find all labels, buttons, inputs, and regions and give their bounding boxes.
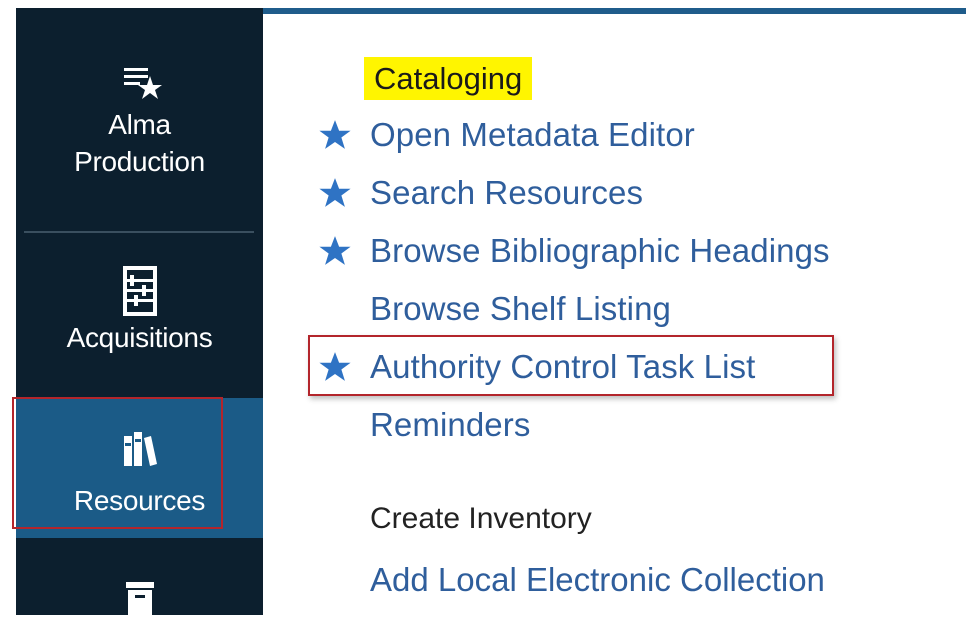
sidebar-label-line1: Alma — [108, 109, 171, 140]
cataloging-menu: Open Metadata Editor Search Resources Br… — [318, 106, 830, 454]
menu-item-reminders[interactable]: Reminders — [318, 396, 830, 454]
star-slot-empty[interactable] — [318, 408, 352, 442]
sidebar-label: Acquisitions — [66, 322, 213, 353]
menu-item-open-metadata-editor[interactable]: Open Metadata Editor — [318, 106, 830, 164]
menu-link-label[interactable]: Open Metadata Editor — [370, 116, 695, 154]
archive-box-icon — [125, 582, 154, 620]
header-accent-bar — [263, 8, 966, 14]
section-title-cataloging: Cataloging — [364, 57, 533, 100]
menu-item-add-local-electronic-collection[interactable]: Add Local Electronic Collection — [370, 561, 825, 599]
menu-item-browse-bibliographic-headings[interactable]: Browse Bibliographic Headings — [318, 222, 830, 280]
menu-link-label[interactable]: Browse Bibliographic Headings — [370, 232, 830, 270]
sidebar-item-alma-production[interactable]: Alma Production — [16, 62, 263, 242]
menu-link-label[interactable]: Browse Shelf Listing — [370, 290, 671, 328]
sidebar-item-more[interactable] — [16, 574, 263, 624]
group-title-create-inventory: Create Inventory — [370, 502, 592, 535]
menu-link-label[interactable]: Reminders — [370, 406, 530, 444]
window-top-border — [0, 0, 966, 8]
menu-item-search-resources[interactable]: Search Resources — [318, 164, 830, 222]
star-icon[interactable] — [318, 118, 352, 152]
menu-item-browse-shelf-listing[interactable]: Browse Shelf Listing — [318, 280, 830, 338]
star-icon[interactable] — [318, 176, 352, 210]
sidebar-divider — [24, 231, 254, 233]
list-star-icon — [123, 68, 162, 99]
annotation-box-resources — [12, 397, 223, 529]
abacus-icon — [122, 266, 157, 316]
star-slot-empty[interactable] — [318, 292, 352, 326]
star-icon[interactable] — [318, 234, 352, 268]
sidebar-item-acquisitions[interactable]: Acquisitions — [16, 265, 263, 395]
sidebar-label-line2: Production — [74, 146, 205, 177]
annotation-box-authority-control — [308, 335, 834, 396]
menu-link-label[interactable]: Search Resources — [370, 174, 643, 212]
